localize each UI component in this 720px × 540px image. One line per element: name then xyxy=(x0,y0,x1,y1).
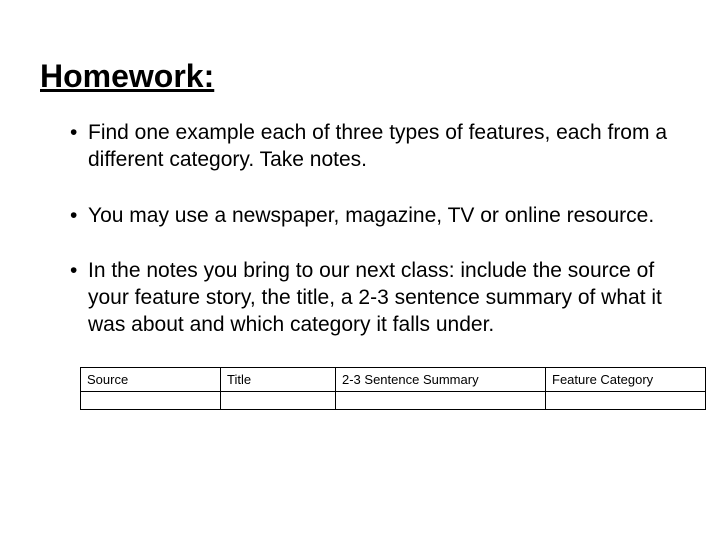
cell-category xyxy=(546,391,706,409)
bullet-list: Find one example each of three types of … xyxy=(40,119,680,339)
bullet-item: You may use a newspaper, magazine, TV or… xyxy=(70,202,680,229)
th-summary: 2-3 Sentence Summary xyxy=(336,367,546,391)
th-title: Title xyxy=(221,367,336,391)
bullet-item: In the notes you bring to our next class… xyxy=(70,257,680,339)
table-row xyxy=(81,391,706,409)
cell-source xyxy=(81,391,221,409)
bullet-item: Find one example each of three types of … xyxy=(70,119,680,174)
cell-summary xyxy=(336,391,546,409)
page-title: Homework: xyxy=(40,58,680,95)
th-source: Source xyxy=(81,367,221,391)
th-category: Feature Category xyxy=(546,367,706,391)
homework-table: Source Title 2-3 Sentence Summary Featur… xyxy=(80,367,706,410)
slide: Homework: Find one example each of three… xyxy=(0,0,720,540)
table-header-row: Source Title 2-3 Sentence Summary Featur… xyxy=(81,367,706,391)
cell-title xyxy=(221,391,336,409)
